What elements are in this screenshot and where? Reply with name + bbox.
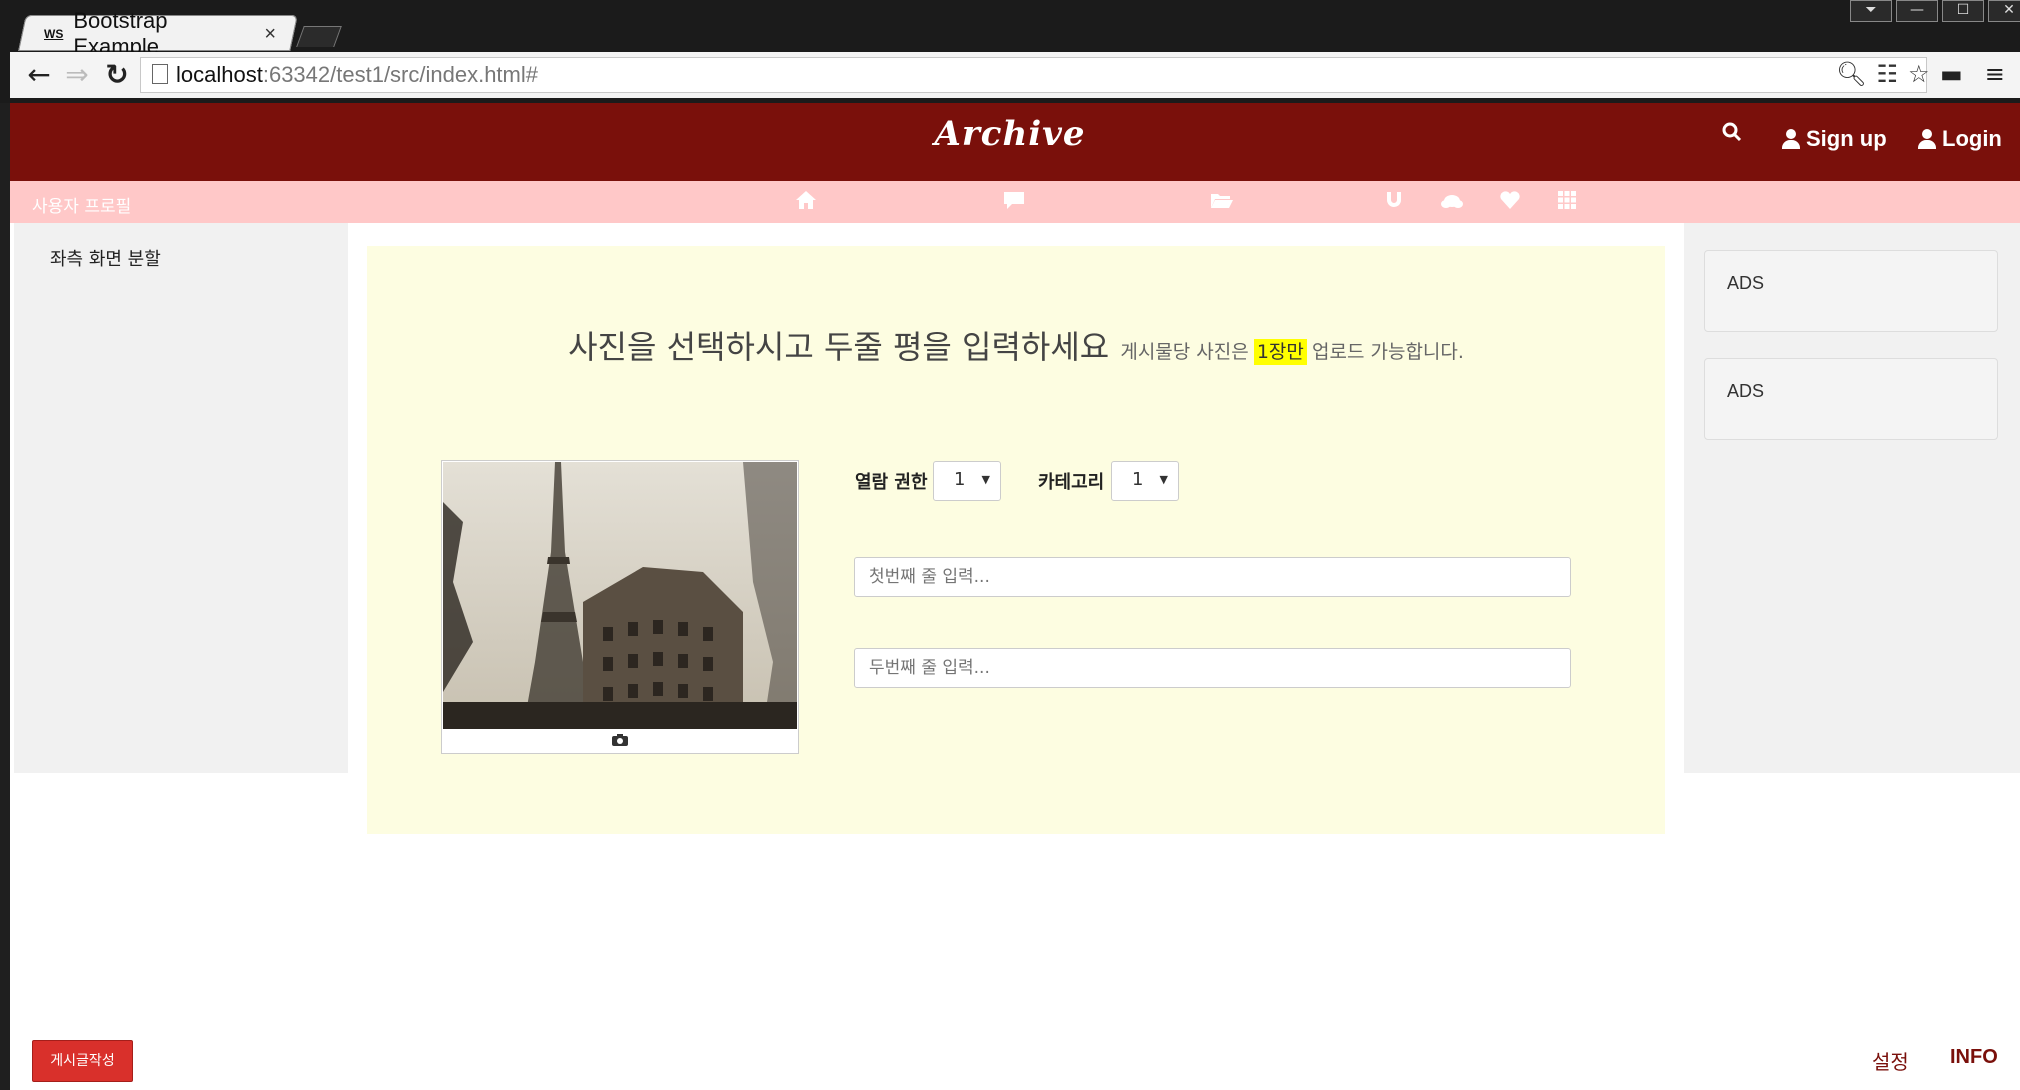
ad-box[interactable]: ADS bbox=[1704, 250, 1998, 332]
photo-preview[interactable] bbox=[443, 462, 797, 729]
caret-down-icon: ▼ bbox=[981, 473, 990, 486]
second-line-input[interactable] bbox=[854, 648, 1571, 688]
write-post-button[interactable]: 게시글작성 bbox=[32, 1040, 133, 1082]
window-user-icon[interactable]: ⏷ bbox=[1850, 0, 1892, 22]
url-text[interactable]: localhost:63342/test1/src/index.html# bbox=[176, 60, 538, 90]
camera-icon[interactable] bbox=[442, 731, 798, 750]
url-path: :63342/test1/src/index.html# bbox=[262, 62, 538, 87]
site-logo[interactable]: Archive bbox=[0, 114, 2020, 154]
cloud-icon[interactable] bbox=[1438, 190, 1466, 214]
first-line-input[interactable] bbox=[854, 557, 1571, 597]
permission-select[interactable]: 1 ▼ bbox=[933, 461, 1001, 501]
cast-icon[interactable]: ▬ bbox=[1940, 60, 1963, 88]
ad-label: ADS bbox=[1727, 273, 1765, 293]
page-icon bbox=[152, 64, 168, 84]
new-tab-button[interactable] bbox=[296, 26, 342, 47]
photo-upload-card[interactable] bbox=[441, 460, 799, 754]
signup-link[interactable]: Sign up bbox=[1782, 126, 1887, 152]
omnibox-icons: 🔍︎ ☷ ☆ bbox=[1836, 60, 1930, 88]
grid-icon[interactable] bbox=[1553, 190, 1581, 214]
home-icon[interactable] bbox=[792, 190, 820, 214]
folder-open-icon[interactable] bbox=[1208, 190, 1236, 214]
search-icon[interactable] bbox=[1722, 122, 1742, 148]
left-sidebar-text: 좌측 화면 분할 bbox=[50, 249, 161, 270]
ad-box[interactable]: ADS bbox=[1704, 358, 1998, 440]
minimize-icon[interactable]: — bbox=[1896, 0, 1938, 22]
form-headline: 사진을 선택하시고 두줄 평을 입력하세요 게시물당 사진은 1장만 업로드 가… bbox=[367, 322, 1665, 368]
bookmark-star-icon[interactable]: ☆ bbox=[1908, 60, 1930, 88]
back-arrow-icon[interactable]: ← bbox=[22, 58, 56, 92]
settings-link[interactable]: 설정 bbox=[1872, 1046, 1909, 1075]
extension-icons: ▬ ≡ bbox=[1940, 60, 2005, 88]
category-label: 카테고리 bbox=[1038, 472, 1105, 493]
headline-subtext-end: 업로드 가능합니다. bbox=[1312, 341, 1464, 363]
signup-label: Sign up bbox=[1806, 126, 1887, 151]
zoom-icon[interactable]: 🔍︎ bbox=[1836, 60, 1866, 88]
left-sidebar bbox=[14, 223, 348, 773]
window-controls: ⏷ — ☐ ✕ bbox=[1850, 0, 2020, 22]
user-icon bbox=[1918, 129, 1936, 149]
caret-down-icon: ▼ bbox=[1159, 473, 1168, 486]
eiffel-tower-photo bbox=[443, 462, 797, 729]
reload-icon[interactable]: ↻ bbox=[100, 58, 134, 92]
login-link[interactable]: Login bbox=[1918, 126, 2002, 152]
category-value: 1 bbox=[1132, 469, 1144, 490]
maximize-icon[interactable]: ☐ bbox=[1942, 0, 1984, 22]
headline-text: 사진을 선택하시고 두줄 평을 입력하세요 bbox=[568, 328, 1110, 366]
headline-highlight: 1장만 bbox=[1253, 339, 1307, 365]
login-label: Login bbox=[1942, 126, 2002, 151]
magnet-icon[interactable] bbox=[1380, 190, 1408, 214]
menu-icon[interactable]: ≡ bbox=[1985, 60, 2005, 88]
heart-icon[interactable] bbox=[1496, 190, 1524, 214]
tab-close-icon[interactable]: × bbox=[264, 23, 276, 46]
url-host: localhost bbox=[176, 62, 263, 87]
translate-icon[interactable]: ☷ bbox=[1876, 60, 1898, 88]
permission-value: 1 bbox=[954, 469, 966, 490]
close-window-icon[interactable]: ✕ bbox=[1988, 0, 2020, 22]
user-icon bbox=[1782, 129, 1800, 149]
headline-subtext: 게시물당 사진은 bbox=[1120, 341, 1249, 363]
tab-favicon: WS bbox=[44, 27, 64, 41]
comment-icon[interactable] bbox=[1000, 190, 1028, 214]
permission-label: 열람 권한 bbox=[855, 472, 928, 493]
user-profile-link[interactable]: 사용자 프로필 bbox=[32, 192, 131, 217]
category-select[interactable]: 1 ▼ bbox=[1111, 461, 1179, 501]
ad-label: ADS bbox=[1727, 381, 1765, 401]
info-link[interactable]: INFO bbox=[1950, 1046, 1998, 1069]
browser-tab[interactable]: WS Bootstrap Example × bbox=[44, 8, 284, 59]
forward-arrow-icon[interactable]: ⇒ bbox=[60, 58, 94, 92]
